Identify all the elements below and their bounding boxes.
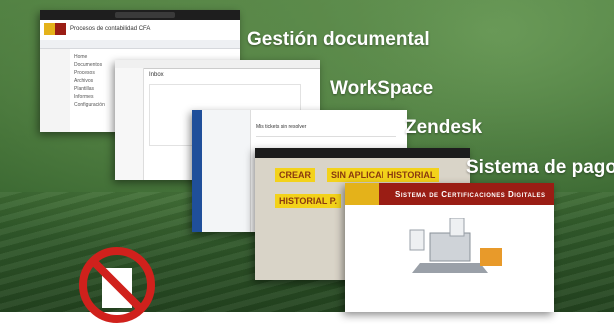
workspace-title: Inbox [149, 72, 164, 78]
search-box [115, 12, 175, 18]
zendesk-nav [192, 110, 202, 232]
laptop-folders-illustration [409, 218, 502, 273]
zendesk-table [256, 136, 396, 137]
workspace-sidebar [115, 68, 144, 180]
label-sistema-pagos: Sistema de pagos [466, 157, 614, 178]
certificados-screenshot: Sistema de Certificaciones Digitales [345, 183, 554, 312]
laptop-base [412, 263, 488, 273]
workspace-topbar [115, 60, 320, 69]
no-paper-icon [79, 247, 155, 323]
certificados-banner: Sistema de Certificaciones Digitales [379, 183, 554, 205]
gestion-title: Procesos de contabilidad CFA [70, 26, 151, 32]
zendesk-views [202, 110, 251, 232]
label-gestion-documental: Gestión documental [247, 29, 430, 50]
label-zendesk: Zendesk [405, 117, 483, 138]
certificados-title: Sistema de Certificaciones Digitales [395, 190, 546, 199]
cfa-logo [345, 183, 379, 205]
zendesk-title: Mis tickets sin resolver [256, 124, 307, 130]
tile-historial-p[interactable]: HISTORIAL P. [275, 194, 342, 208]
document-icon [409, 229, 425, 251]
laptop-screen [429, 232, 471, 262]
gestion-toolbar [40, 40, 240, 49]
pagos-topbar [255, 148, 470, 158]
cfa-logo [44, 23, 66, 35]
gestion-topbar [40, 10, 240, 20]
tile-historial[interactable]: HISTORIAL [383, 168, 440, 182]
folder-icon [480, 248, 502, 266]
document-icon [449, 218, 465, 237]
tile-crear[interactable]: CREAR [275, 168, 316, 182]
label-workspace: WorkSpace [330, 78, 434, 99]
gestion-sidebar [40, 49, 70, 132]
